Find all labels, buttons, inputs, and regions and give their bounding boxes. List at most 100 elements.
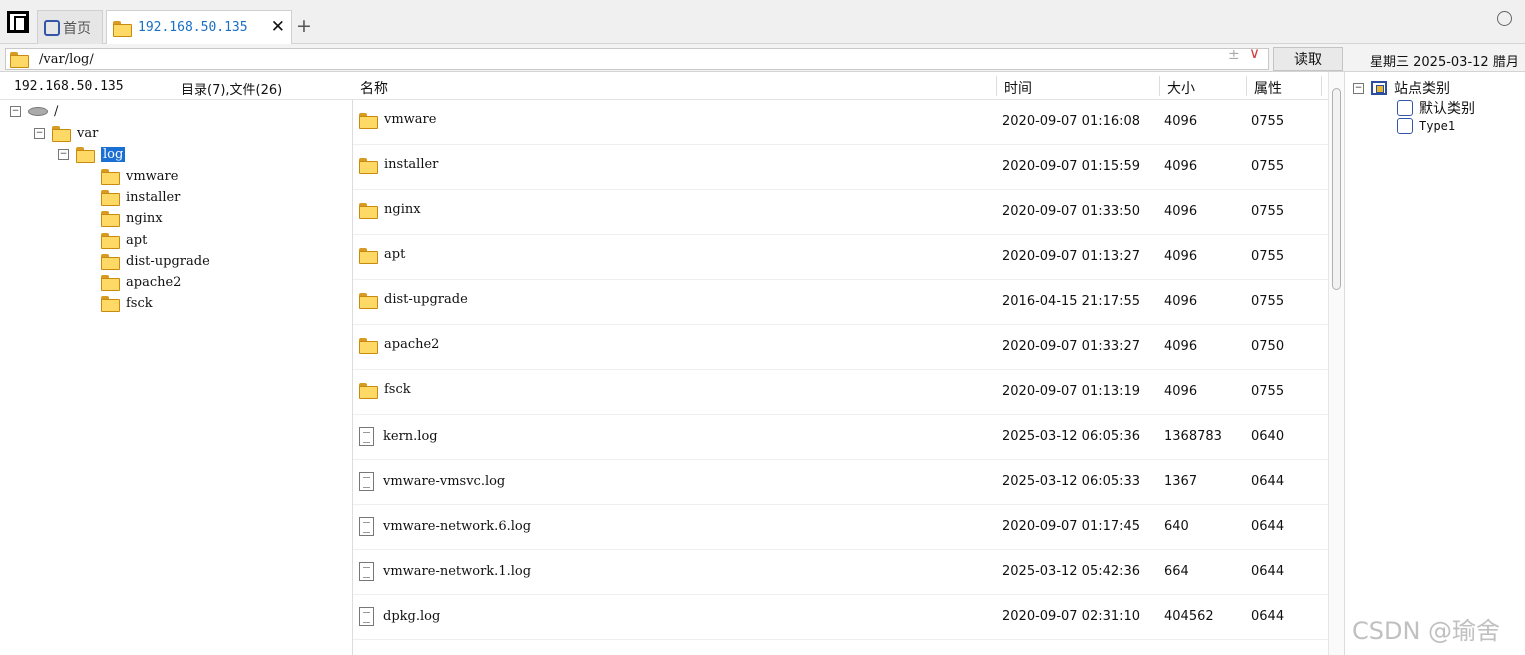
file-name-cell: fsck (359, 382, 411, 399)
file-name: vmware-vmsvc.log (383, 474, 506, 489)
folder-icon (101, 190, 120, 206)
home-icon (44, 19, 60, 36)
file-icon (359, 607, 374, 626)
app-logo-icon[interactable] (7, 11, 29, 33)
folder-icon (101, 211, 120, 227)
file-row[interactable]: nginx 2020-09-07 01:33:50 4096 0755 (353, 190, 1328, 235)
add-tab-button[interactable]: + (296, 15, 312, 37)
tree-node-label: apt (126, 232, 148, 248)
tab-home[interactable]: 首页 (37, 10, 103, 44)
tree-node-label: log (101, 146, 126, 162)
collapse-icon[interactable]: − (34, 127, 45, 139)
file-attr: 0755 (1251, 384, 1285, 399)
site-category-type1[interactable]: Type1 (1397, 118, 1455, 134)
file-size: 4096 (1164, 159, 1198, 174)
column-header-time[interactable]: 时间 (1004, 78, 1032, 98)
folder-icon (101, 275, 120, 291)
column-header-size[interactable]: 大小 (1167, 78, 1195, 98)
folder-icon (359, 157, 378, 174)
tree-node-var[interactable]: − var (34, 123, 98, 143)
folder-icon (359, 292, 378, 309)
chevron-down-icon[interactable]: ∨ (1249, 44, 1260, 62)
tree-node-label: / (54, 103, 59, 119)
file-attr: 0755 (1251, 249, 1285, 264)
file-attr: 0644 (1251, 564, 1285, 579)
node-icon (1397, 100, 1413, 116)
tab-bar: 首页 192.168.50.135 ✕ + (0, 0, 1525, 44)
file-attr: 0755 (1251, 204, 1285, 219)
file-name-cell: vmware (359, 112, 436, 129)
read-button[interactable]: 读取 (1273, 47, 1343, 71)
site-category-root-label: 站点类别 (1394, 81, 1450, 97)
scrollbar-thumb[interactable] (1332, 88, 1341, 290)
tree-node-fsck[interactable]: fsck (101, 293, 153, 313)
circle-icon[interactable] (1497, 11, 1512, 26)
site-category-label: 默认类别 (1419, 101, 1475, 117)
folder-icon (52, 126, 71, 142)
collapse-icon[interactable]: − (1353, 82, 1364, 94)
folder-icon (359, 202, 378, 219)
path-input[interactable]: /var/log/ (5, 48, 1269, 70)
file-size: 4096 (1164, 249, 1198, 264)
folder-icon (101, 254, 120, 270)
file-size: 4096 (1164, 114, 1198, 129)
file-attr: 0755 (1251, 159, 1285, 174)
tree-node-dist-upgrade[interactable]: dist-upgrade (101, 251, 210, 271)
file-name-cell: vmware-network.6.log (359, 517, 531, 536)
site-category-root[interactable]: − 站点类别 (1353, 78, 1450, 98)
file-row[interactable]: vmware-vmsvc.log 2025-03-12 06:05:33 1367 0… (353, 460, 1328, 505)
file-size: 4096 (1164, 294, 1198, 309)
site-category-default[interactable]: 默认类别 (1397, 98, 1475, 118)
vertical-scrollbar[interactable] (1328, 72, 1344, 655)
tree-node-nginx[interactable]: nginx (101, 208, 163, 228)
file-row[interactable]: vmware-network.1.log 2025-03-12 05:42:36 6… (353, 550, 1328, 595)
tree-node-label: installer (126, 189, 181, 205)
tree-node-root[interactable]: − / (10, 101, 58, 121)
column-divider[interactable] (996, 76, 997, 96)
file-row[interactable]: installer 2020-09-07 01:15:59 4096 0755 (353, 145, 1328, 190)
file-attr: 0640 (1251, 429, 1285, 444)
file-size: 1367 (1164, 474, 1198, 489)
file-row[interactable]: vmware-network.6.log 2020-09-07 01:17:45 6… (353, 505, 1328, 550)
plus-minus-icon[interactable]: ± (1228, 47, 1240, 63)
file-name-cell: nginx (359, 202, 421, 219)
file-name: apt (384, 247, 406, 262)
file-row[interactable]: kern.log 2025-03-12 06:05:36 1368783 0640 (353, 415, 1328, 460)
file-attr: 0755 (1251, 294, 1285, 309)
file-time: 2020-09-07 01:17:45 (1002, 519, 1141, 534)
column-divider[interactable] (1159, 76, 1160, 96)
collapse-icon[interactable]: − (10, 105, 21, 117)
file-time: 2020-09-07 02:31:10 (1002, 609, 1141, 624)
tree-node-apache2[interactable]: apache2 (101, 272, 181, 292)
file-size: 404562 (1164, 609, 1214, 624)
column-divider[interactable] (1321, 76, 1322, 96)
tree-node-installer[interactable]: installer (101, 187, 180, 207)
file-size: 4096 (1164, 384, 1198, 399)
folder-icon (10, 52, 29, 68)
collapse-icon[interactable]: − (58, 148, 69, 160)
file-time: 2020-09-07 01:13:19 (1002, 384, 1141, 399)
file-row[interactable]: apt 2020-09-07 01:13:27 4096 0755 (353, 235, 1328, 280)
folder-icon (101, 296, 120, 312)
tree-node-vmware[interactable]: vmware (101, 166, 178, 186)
file-time: 2020-09-07 01:16:08 (1002, 114, 1141, 129)
tab-host[interactable]: 192.168.50.135 ✕ (106, 10, 292, 44)
tree-node-log[interactable]: − log (58, 144, 126, 164)
file-row[interactable]: dist-upgrade 2016-04-15 21:17:55 4096 0755 (353, 280, 1328, 325)
file-row[interactable]: fsck 2020-09-07 01:13:19 4096 0755 (353, 370, 1328, 415)
file-row[interactable]: dpkg.log 2020-09-07 02:31:10 404562 0644 (353, 595, 1328, 640)
column-divider[interactable] (1246, 76, 1247, 96)
file-name-cell: dpkg.log (359, 607, 440, 626)
tree-node-apt[interactable]: apt (101, 230, 147, 250)
column-header-attr[interactable]: 属性 (1254, 78, 1282, 98)
close-icon[interactable]: ✕ (271, 17, 285, 37)
file-row[interactable]: apache2 2020-09-07 01:33:27 4096 0750 (353, 325, 1328, 370)
column-header-name[interactable]: 名称 (360, 78, 388, 98)
file-name-cell: apt (359, 247, 406, 264)
drive-icon (28, 106, 48, 116)
watermark: CSDN @瑜舍 (1352, 617, 1501, 645)
file-name-cell: apache2 (359, 337, 439, 354)
file-time: 2016-04-15 21:17:55 (1002, 294, 1141, 309)
file-row[interactable]: vmware 2020-09-07 01:16:08 4096 0755 (353, 100, 1328, 145)
file-time: 2020-09-07 01:33:50 (1002, 204, 1141, 219)
